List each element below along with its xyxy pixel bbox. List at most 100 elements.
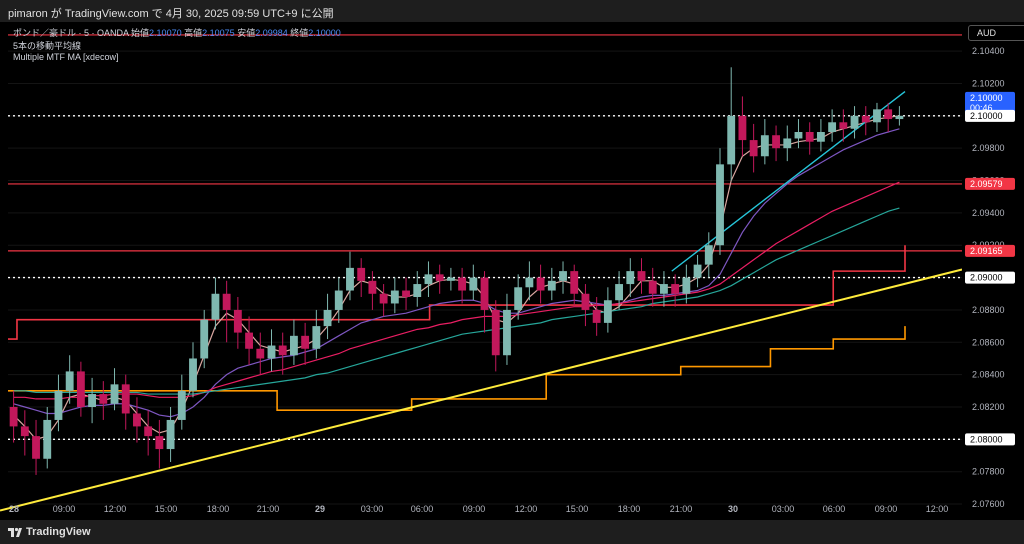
candle [480,271,489,333]
candle [794,119,803,149]
candle-body [592,309,601,323]
y-tick-label: 2.09800 [972,143,1005,153]
open-value: 2.10070 [149,28,182,38]
candle-body [9,407,18,427]
candle [346,251,354,301]
close-value: 2.10000 [308,28,341,38]
candle-body [660,284,668,294]
candle-body [816,132,825,142]
candle-body [570,271,579,294]
ma-line-1 [13,128,900,418]
indicator-legend-ma5[interactable]: 5本の移動平均線 [13,39,81,52]
candle-body [435,274,444,281]
indicator-legend-mtf-ma[interactable]: Multiple MTF MA [xdecow] [13,52,119,62]
candle [211,277,220,330]
candle [177,374,186,430]
candle-body [357,267,366,281]
open-label: 始値 [131,28,150,38]
candle [458,267,467,304]
candle-body [54,390,63,420]
candle [861,106,870,136]
candle-body [88,394,97,407]
y-tick-label: 2.08400 [972,370,1005,380]
candle-body [155,436,164,450]
currency-button[interactable]: AUD [968,25,1024,41]
candle [402,277,410,310]
candle-body [671,284,680,294]
price-label-text: 2.10000 [970,93,1003,103]
candle-body [716,164,724,246]
candle [873,102,881,132]
x-tick-label: 21:00 [670,504,693,514]
candle-body [189,358,197,391]
low-label: 安値 [237,28,256,38]
candle-body [121,384,130,414]
time-axis: 28 09:00 12:00 15:00 18:00 21:00 29 03:00 06:00 0… [9,504,948,514]
candle-body [805,132,814,142]
candle-body [581,293,590,310]
candle-body [749,140,758,157]
y-tick-label: 2.09400 [972,208,1005,218]
candle-body [895,115,904,120]
x-tick-label: 12:00 [515,504,538,514]
symbol-legend: ポンド／豪ドル · 5 · OANDA 始値2.10070 高値2.10075 … [13,26,341,39]
candle [301,322,310,365]
x-tick-label: 28 [9,504,19,514]
candle-body [211,293,220,320]
candle [189,342,197,398]
candle-body [144,426,153,437]
candle [850,106,859,139]
candle [816,119,825,152]
candle [749,123,758,173]
candle [9,390,18,443]
candle-body [603,300,612,323]
candle-body [637,271,646,281]
candle-body [491,309,500,356]
candle [357,258,366,297]
x-tick-label: 06:00 [411,504,434,514]
candle-body [738,115,747,141]
price-label: 2.10000 [965,109,1015,122]
candle-body [458,277,467,291]
candle [469,264,478,301]
candle-body [177,390,186,420]
price-label: 2.08000 [965,433,1015,446]
y-tick-label: 2.07800 [972,467,1005,477]
candle-body [312,326,321,349]
price-chart[interactable]: 2.07600 2.07800 2.08000 2.08200 2.08400 2.086… [0,0,1024,544]
price-label-text: 2.09579 [970,179,1003,189]
candle [693,254,702,288]
candle-body [267,345,276,359]
candle [144,410,153,456]
candle [727,67,736,181]
x-tick-label: 03:00 [361,504,384,514]
price-label: 2.09165 [965,244,1015,257]
candle-body [536,277,545,291]
candle-body [65,371,74,391]
price-label: 2.09000 [965,271,1015,284]
x-tick-label: 18:00 [207,504,230,514]
x-tick-label: 29 [315,504,325,514]
candle-body [323,309,332,327]
candle [536,264,545,304]
candle [648,267,657,307]
candle-body [256,348,265,359]
candle-body [346,267,354,291]
publish-text: pimaron が TradingView.com で 4月 30, 2025 … [8,8,334,20]
candle [424,261,433,297]
candle-body [794,132,803,139]
candle [895,106,904,126]
symbol-name: ポンド／豪ドル · 5 · OANDA [13,28,129,38]
candle [155,419,164,469]
candle-body [334,290,343,310]
candle-body [390,290,399,304]
candle-body [559,271,567,281]
candle [133,397,141,443]
x-tick-label: 15:00 [566,504,589,514]
candle-body [43,419,52,459]
candle [267,329,276,372]
candle [334,277,343,323]
x-tick-label: 12:00 [104,504,127,514]
candle [738,96,747,157]
y-tick-label: 2.08200 [972,402,1005,412]
